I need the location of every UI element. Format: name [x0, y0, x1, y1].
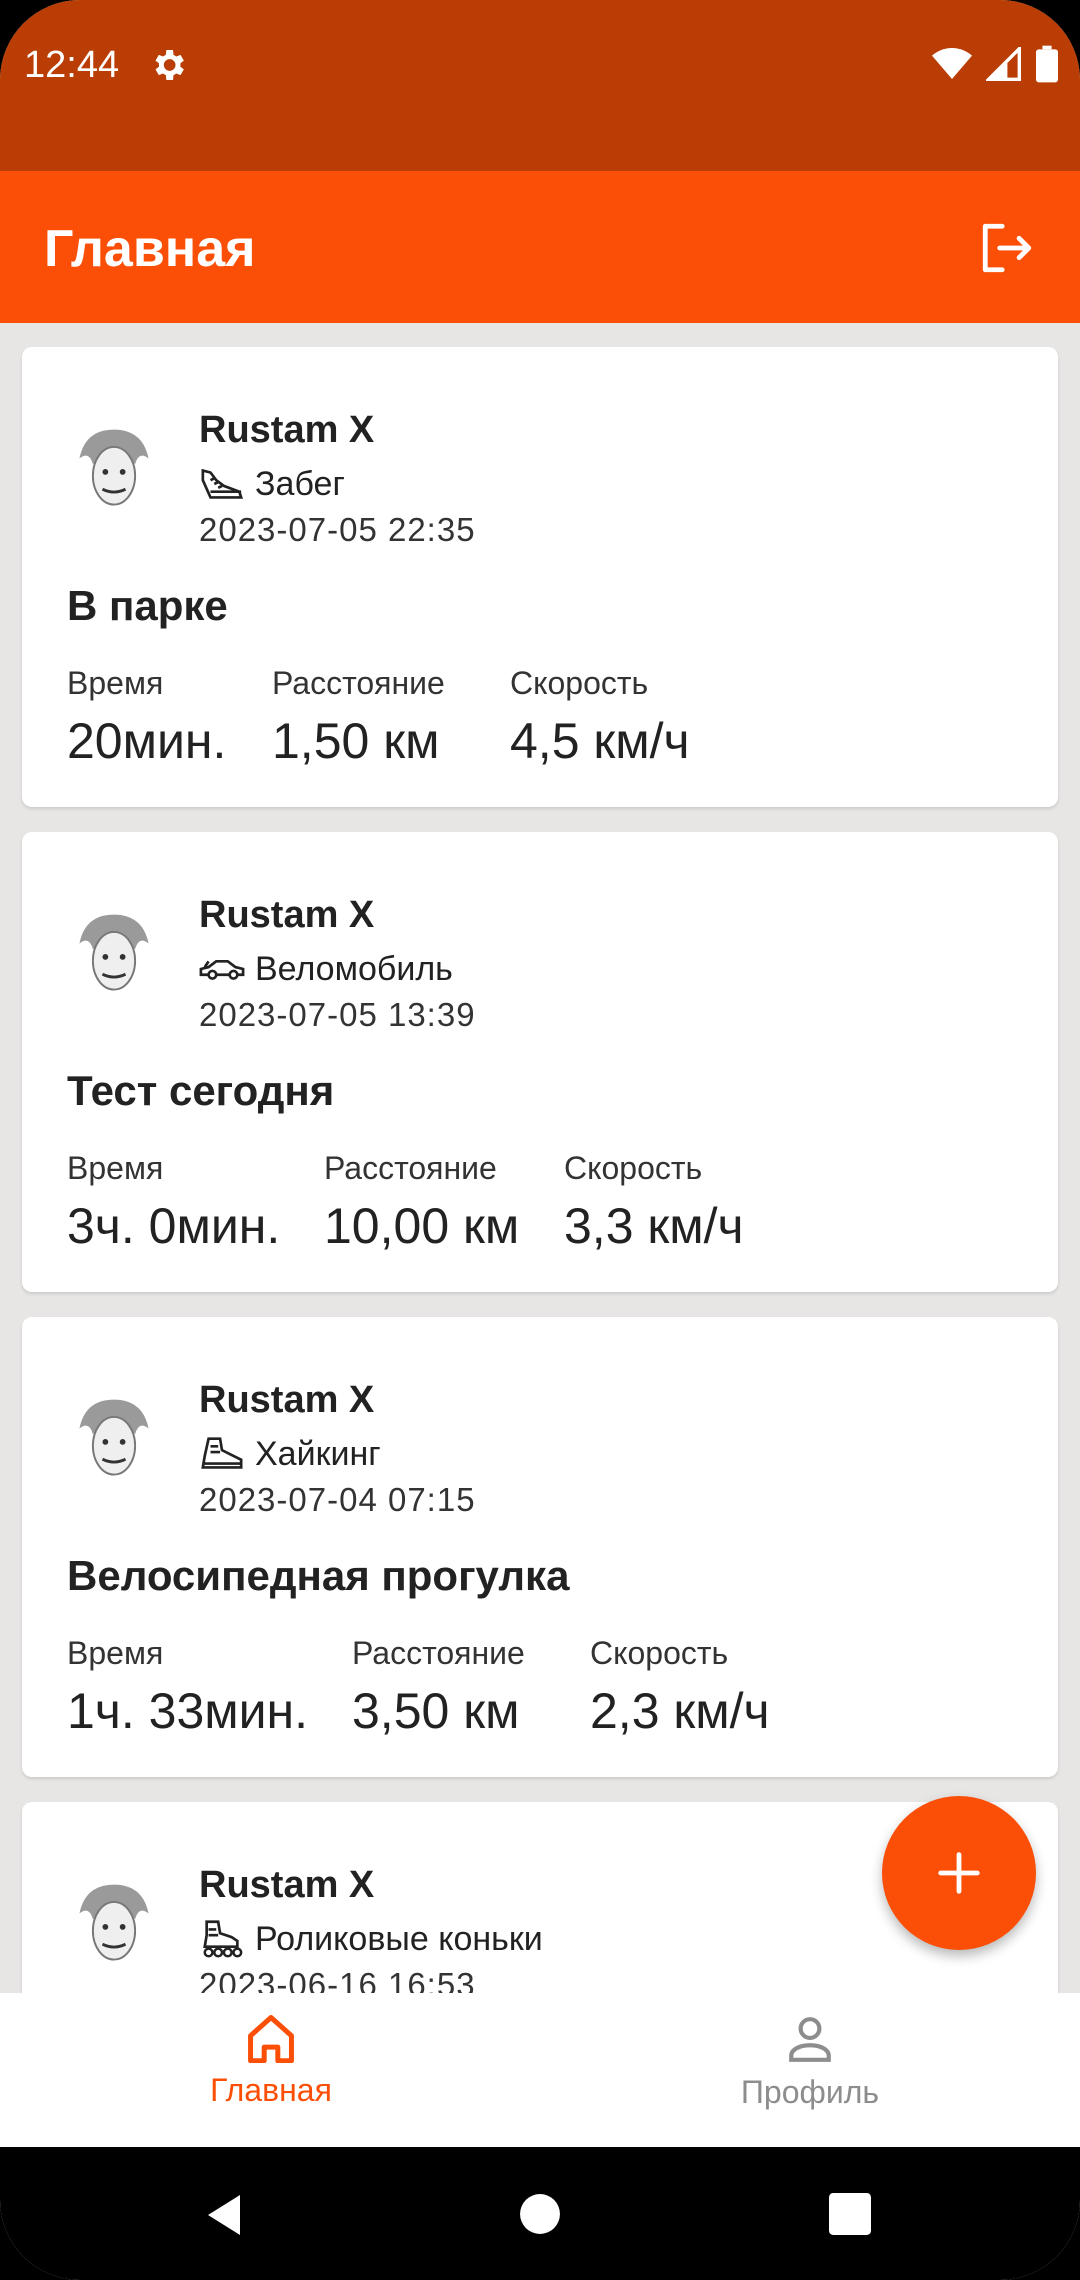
- home-circle-icon[interactable]: [519, 2193, 561, 2235]
- activity-type-label: Хайкинг: [255, 1434, 381, 1473]
- user-name: Rustam X: [199, 409, 375, 451]
- activity-type: Хайкинг: [199, 1434, 381, 1474]
- add-activity-button[interactable]: [882, 1796, 1036, 1950]
- plus-icon: [938, 1852, 980, 1894]
- activity-type-label: Забег: [255, 464, 345, 503]
- stat-speed: Скорость 4,5 км/ч: [510, 665, 690, 769]
- activity-type: Забег: [199, 464, 345, 504]
- stat-speed: Скорость 2,3 км/ч: [590, 1635, 770, 1739]
- user-avatar: [66, 422, 162, 518]
- nav-profile-label: Профиль: [740, 2074, 880, 2110]
- car-icon: [199, 959, 245, 980]
- user-avatar: [66, 1877, 162, 1973]
- stat-time: Время 3ч. 0мин.: [67, 1150, 281, 1254]
- nav-home[interactable]: Главная: [121, 2013, 421, 2109]
- logout-icon[interactable]: [978, 219, 1036, 277]
- stat-distance: Расстояние 3,50 км: [352, 1635, 525, 1739]
- stat-distance: Расстояние 10,00 км: [324, 1150, 520, 1254]
- stat-time: Время 1ч. 33мин.: [67, 1635, 309, 1739]
- activity-title: В парке: [67, 582, 228, 629]
- user-name: Rustam X: [199, 894, 375, 936]
- status-time: 12:44: [24, 44, 120, 86]
- roller-skate-icon: [203, 1920, 243, 1958]
- home-icon: [248, 2015, 294, 2064]
- bottom-navigation: Главная Профиль: [0, 1993, 1080, 2147]
- page-title: Главная: [44, 220, 256, 278]
- activity-date: 2023-07-05 13:39: [199, 996, 476, 1033]
- stat-distance: Расстояние 1,50 км: [272, 665, 445, 769]
- user-avatar: [66, 907, 162, 1003]
- nav-profile[interactable]: Профиль: [660, 2013, 960, 2111]
- activity-title: Тест сегодня: [67, 1067, 335, 1114]
- running-shoe-icon: [201, 468, 244, 499]
- activity-type-label: Роликовые коньки: [255, 1919, 543, 1958]
- person-icon: [789, 2017, 831, 2062]
- activity-type: Веломобиль: [199, 949, 453, 989]
- activity-feed[interactable]: Rustam X Забег 2023-07-05 22:35 В парке …: [0, 323, 1080, 1993]
- activity-type-label: Веломобиль: [255, 949, 453, 988]
- signal-icon: [986, 47, 1021, 81]
- settings-gear-icon: [155, 50, 184, 80]
- back-icon[interactable]: [204, 2193, 244, 2237]
- activity-title: Велосипедная прогулка: [67, 1552, 570, 1599]
- phone-screen: 12:44 Главная Rustam X Забег 2023-07-05 …: [0, 0, 1080, 2280]
- activity-date: 2023-07-05 22:35: [199, 511, 476, 548]
- wifi-icon: [932, 48, 972, 79]
- app-bar: Главная: [0, 171, 1080, 323]
- recents-square-icon[interactable]: [829, 2193, 871, 2235]
- stat-time: Время 20мин.: [67, 665, 227, 769]
- activity-date: 2023-06-16 16:53: [199, 1966, 476, 1993]
- battery-icon: [1036, 45, 1058, 83]
- activity-date: 2023-07-04 07:15: [199, 1481, 476, 1518]
- system-navigation-bar: [0, 2147, 1080, 2280]
- hiking-boot-icon: [201, 1437, 243, 1469]
- user-name: Rustam X: [199, 1379, 375, 1421]
- user-avatar: [66, 1392, 162, 1488]
- activity-card[interactable]: Rustam X Забег 2023-07-05 22:35 В парке …: [22, 347, 1058, 807]
- activity-type: Роликовые коньки: [199, 1919, 543, 1959]
- status-bar: 12:44: [0, 0, 1080, 171]
- status-icons: [932, 45, 1058, 83]
- activity-card[interactable]: Rustam X Хайкинг 2023-07-04 07:15 Велоси…: [22, 1317, 1058, 1777]
- user-name: Rustam X: [199, 1864, 375, 1906]
- stat-speed: Скорость 3,3 км/ч: [564, 1150, 744, 1254]
- nav-home-label: Главная: [210, 2072, 332, 2108]
- activity-card[interactable]: Rustam X Веломобиль 2023-07-05 13:39 Тес…: [22, 832, 1058, 1292]
